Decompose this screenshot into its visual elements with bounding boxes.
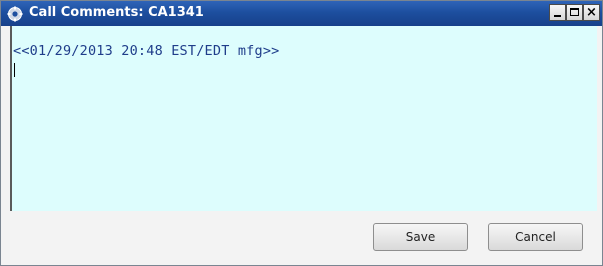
close-icon: ×: [586, 5, 597, 20]
maximize-icon: [570, 8, 579, 16]
minimize-button[interactable]: [549, 4, 566, 21]
window-title: Call Comments: CA1341: [29, 5, 204, 20]
phone-gear-icon: [7, 6, 23, 22]
save-button[interactable]: Save: [373, 223, 468, 251]
comment-timestamp-text[interactable]: <<01/29/2013 20:48 EST/EDT mfg>>: [13, 43, 280, 59]
title-bar[interactable]: Call Comments: CA1341 ×: [1, 1, 602, 26]
minimize-icon: [554, 15, 561, 17]
text-caret: [14, 63, 15, 77]
cancel-button[interactable]: Cancel: [488, 223, 583, 251]
comment-editor[interactable]: [10, 41, 597, 211]
close-button[interactable]: ×: [583, 4, 600, 21]
maximize-button[interactable]: [566, 4, 583, 21]
call-comments-window: Call Comments: CA1341 × <<01/29/2013 20:…: [0, 0, 603, 266]
comment-editor-top[interactable]: [10, 26, 597, 41]
